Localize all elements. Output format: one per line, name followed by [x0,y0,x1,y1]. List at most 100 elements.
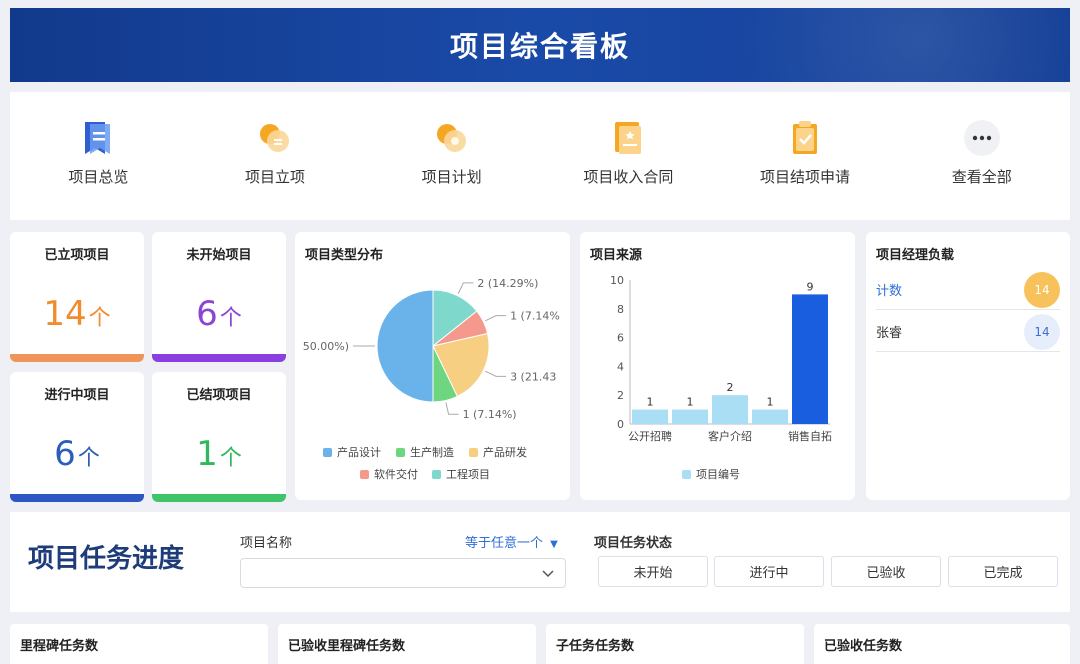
approval-check-icon [785,118,825,158]
y-tick-label: 4 [617,360,624,373]
project-name-label: 项目名称 [240,536,293,551]
x-tick-label: 销售自拓 [788,429,832,443]
pm-load-panel: 项目经理负载 计数 14 张睿 14 [866,232,1070,500]
bar-value-label: 9 [807,280,814,293]
project-plan-icon [432,118,472,158]
stat-accent-bar [10,494,144,502]
stat-accent-bar [10,354,144,362]
pie-label-line [445,402,459,415]
pie-slice-label: 3 (21.43 [510,370,556,383]
bar[interactable] [712,395,748,424]
stat-title: 未开始项目 [186,248,252,263]
bar-value-label: 1 [767,396,774,409]
status-option-accepted[interactable]: 已验收 [831,556,941,587]
legend-item[interactable]: 生产制造 [396,444,454,460]
stat-card-not-started[interactable]: 未开始项目 6个 [152,232,286,362]
stat-card-initiated[interactable]: 已立项项目 14个 [10,232,144,362]
y-tick-label: 6 [617,332,624,345]
bar[interactable] [752,409,788,424]
card-title: 已验收里程碑任务数 [288,639,406,654]
quick-link-project-plan[interactable]: 项目计划 [363,92,540,220]
stat-title: 已立项项目 [44,248,110,263]
section-title: 项目任务进度 [28,544,185,574]
pie-label-line [485,370,507,377]
card-title: 子任务任务数 [556,639,635,654]
milestone-task-card[interactable]: 里程碑任务数 [10,624,268,664]
y-tick-label: 8 [617,303,624,316]
project-initiation-icon [255,118,295,158]
stat-title: 进行中项目 [44,388,110,403]
pie-slice-label: 50.00%) [303,340,349,353]
stat-accent-bar [152,494,286,502]
bar-value-label: 1 [687,396,694,409]
stat-value: 6个 [196,294,242,334]
bar[interactable] [632,409,668,424]
legend-item[interactable]: 工程项目 [432,466,490,482]
accepted-milestone-card[interactable]: 已验收里程碑任务数 [278,624,536,664]
quick-link-label: 项目计划 [421,168,482,186]
task-progress-section: 项目任务进度 项目名称 等于任意一个 ▼ 项目任务状态 未开始 进行中 已验收 … [10,512,1070,612]
y-tick-label: 2 [617,389,624,402]
x-tick-label: 公开招聘 [628,429,672,443]
quick-link-project-overview[interactable]: 项目总览 [10,92,187,220]
bar-value-label: 1 [647,396,654,409]
count-badge: 14 [1024,313,1060,350]
quick-link-label: 项目结项申请 [760,168,851,186]
pm-row[interactable]: 张睿 14 [876,312,1060,352]
pie-slice-label: 1 (7.14%) [463,408,517,421]
project-name-select[interactable] [240,558,566,588]
stat-accent-bar [152,354,286,362]
quick-link-income-contract[interactable]: 项目收入合同 [540,92,717,220]
panel-title: 项目类型分布 [305,248,384,263]
bar[interactable] [672,409,708,424]
quick-link-label: 项目收入合同 [583,168,674,186]
status-option-in-progress[interactable]: 进行中 [714,556,824,587]
page-title: 项目综合看板 [449,30,630,63]
panel-title: 项目经理负载 [876,248,955,263]
stat-value: 6个 [54,434,100,474]
pie-slice[interactable] [376,289,434,403]
quick-link-label: 查看全部 [951,168,1012,186]
status-option-not-started[interactable]: 未开始 [598,556,708,587]
operator-dropdown[interactable]: 等于任意一个 ▼ [465,532,558,551]
pie-label-line [485,315,507,322]
task-status-label: 项目任务状态 [594,536,673,551]
project-source-panel: 项目来源 0 2 4 6 8 10 1 1 2 1 9 公开招聘 客户介绍 销售自拓 项目编号 [580,232,855,500]
quick-link-project-initiation[interactable]: 项目立项 [187,92,364,220]
quick-links-bar: 项目总览 项目立项 项目计划 项目收入合同 项目结项申请 查看全部 [10,92,1070,220]
bar-value-label: 2 [727,381,734,394]
stat-card-in-progress[interactable]: 进行中项目 6个 [10,372,144,502]
status-option-completed[interactable]: 已完成 [948,556,1058,587]
pm-name: 计数 [876,284,903,299]
stat-card-closed[interactable]: 已结项项目 1个 [152,372,286,502]
caret-down-icon: ▼ [550,539,558,550]
x-tick-label: 客户介绍 [708,429,752,443]
legend-item[interactable]: 软件交付 [360,466,418,482]
legend-item[interactable]: 项目编号 [682,466,740,482]
subtask-card[interactable]: 子任务任务数 [546,624,804,664]
pm-name: 张睿 [876,326,903,341]
quick-link-label: 项目立项 [245,168,306,186]
legend-item[interactable]: 产品设计 [323,444,381,460]
quick-link-closure-request[interactable]: 项目结项申请 [717,92,894,220]
stat-value: 14个 [43,294,111,334]
quick-link-label: 项目总览 [68,168,129,186]
project-type-panel: 项目类型分布 2 (14.29%) 1 (7.14% 3 (21.43 1 (7.14… [295,232,570,500]
pm-row[interactable]: 计数 14 [876,270,1060,310]
bookmark-document-icon [78,118,118,158]
panel-title: 项目来源 [590,248,643,263]
pie-slice-label: 1 (7.14% [510,310,560,323]
stat-title: 已结项项目 [186,388,252,403]
stat-value: 1个 [196,434,242,474]
count-badge: 14 [1024,271,1060,308]
more-dots-icon [962,118,1002,158]
y-tick-label: 0 [617,418,624,431]
y-tick-label: 10 [610,274,624,287]
bar[interactable] [792,294,828,424]
bar-chart: 0 2 4 6 8 10 1 1 2 1 9 公开招聘 客户介绍 销售自拓 [610,274,832,443]
pie-chart: 2 (14.29%) 1 (7.14% 3 (21.43 1 (7.14%) 50.00… [303,277,560,421]
accepted-task-card[interactable]: 已验收任务数 [814,624,1070,664]
quick-link-view-all[interactable]: 查看全部 [893,92,1070,220]
legend-item[interactable]: 产品研发 [469,444,527,460]
card-title: 里程碑任务数 [20,639,99,654]
